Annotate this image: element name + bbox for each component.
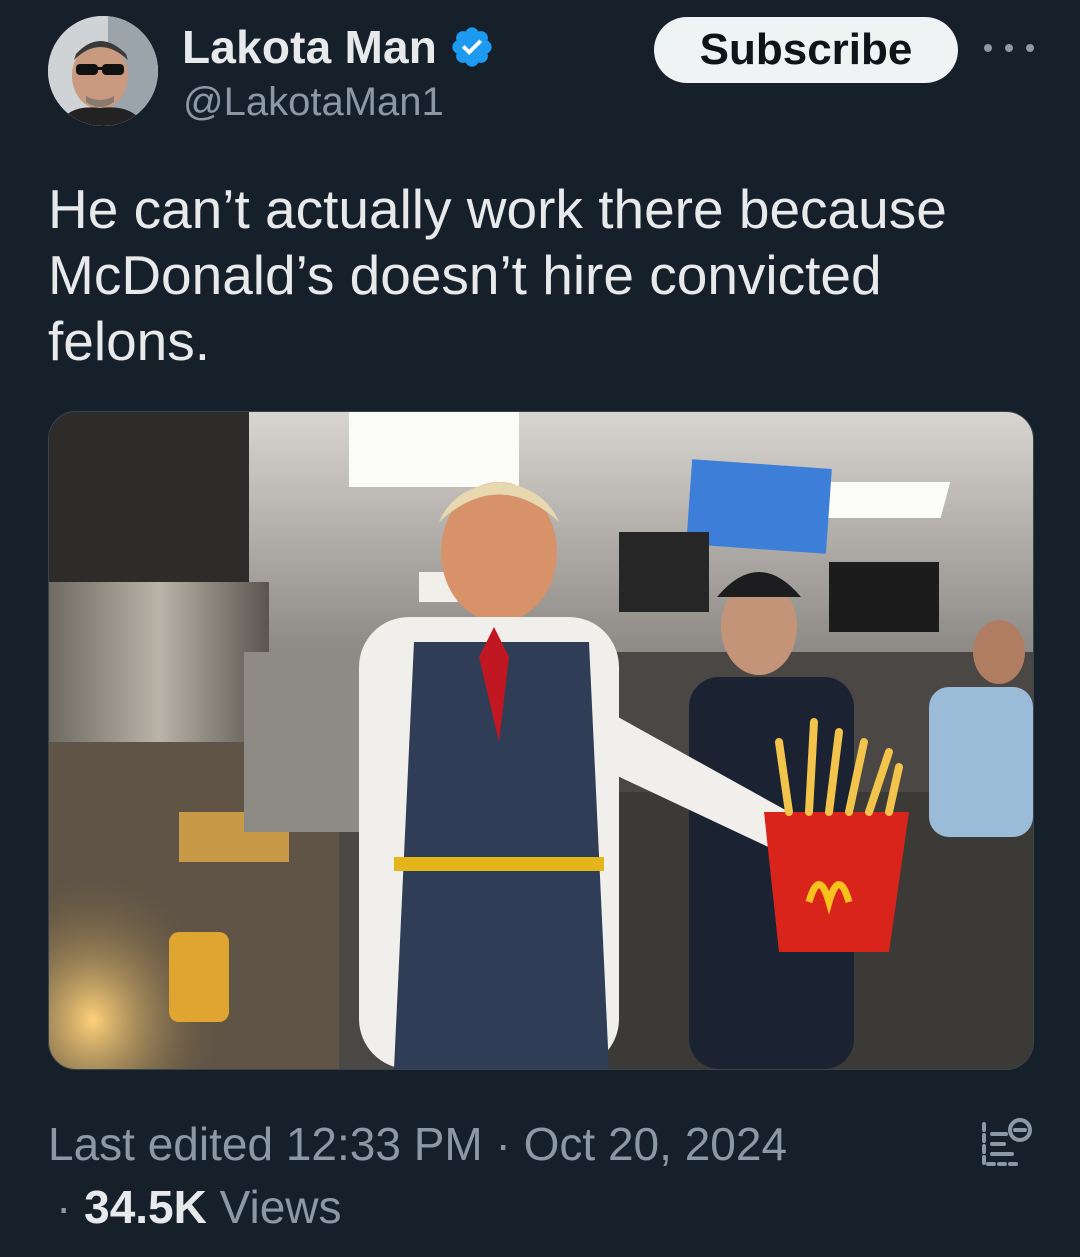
views-label: Views	[219, 1181, 342, 1233]
author-name-row[interactable]: Lakota Man	[182, 20, 495, 74]
meta-separator: ·	[495, 1118, 511, 1170]
tweet-photo[interactable]	[48, 411, 1034, 1070]
post-analytics-icon[interactable]	[978, 1116, 1034, 1172]
more-dot	[984, 44, 992, 52]
tweet-header: Lakota Man @LakotaMan1 Subscribe	[0, 0, 1080, 140]
subscribe-button[interactable]: Subscribe	[654, 17, 958, 83]
tweet-meta: Last edited 12:33 PM · Oct 20, 2024	[48, 1115, 787, 1173]
meta-separator: ·	[56, 1181, 72, 1233]
tweet-date[interactable]: Oct 20, 2024	[524, 1118, 787, 1170]
photo-kitchen-scene	[49, 412, 1033, 1069]
more-horizontal-icon[interactable]	[984, 28, 1034, 68]
more-dot	[1026, 44, 1034, 52]
views-count: 34.5K	[84, 1181, 207, 1233]
more-dot	[1005, 44, 1013, 52]
author-display-name[interactable]: Lakota Man	[182, 20, 437, 74]
author-handle[interactable]: @LakotaMan1	[183, 80, 444, 125]
verified-badge-icon	[452, 27, 492, 67]
tweet-views: · 34.5K Views	[56, 1178, 342, 1236]
avatar-image	[48, 16, 158, 126]
tweet-text: He can’t actually work there because McD…	[48, 178, 947, 372]
last-edited-link[interactable]: Last edited 12:33 PM	[48, 1118, 483, 1170]
avatar[interactable]	[48, 16, 158, 126]
